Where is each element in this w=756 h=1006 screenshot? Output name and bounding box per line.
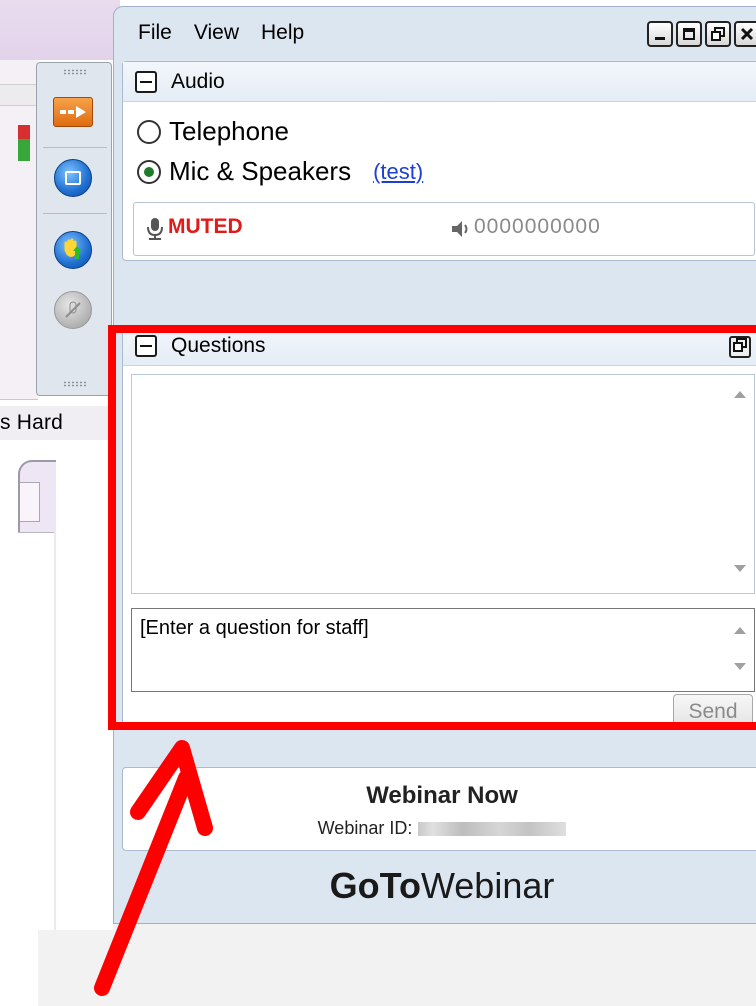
audio-status-bar: MUTED 0000000000 <box>133 202 755 256</box>
logo-webinar: Webinar <box>420 865 555 906</box>
collapse-audio-button[interactable] <box>135 71 157 93</box>
menu-view[interactable]: View <box>194 21 239 51</box>
close-icon <box>740 27 754 41</box>
background-window-top <box>0 0 120 60</box>
highlight-box <box>108 325 756 730</box>
screen-share-button[interactable] <box>54 159 92 197</box>
window-icon <box>65 171 81 185</box>
mic-speakers-label: Mic & Speakers <box>169 156 352 186</box>
menu-help[interactable]: Help <box>261 21 304 51</box>
audio-level-meter: 0000000000 <box>474 215 601 238</box>
mic-off-icon <box>65 301 81 318</box>
menu-bar: File View Help <box>138 21 326 51</box>
menu-file[interactable]: File <box>138 21 172 51</box>
toolbar-separator <box>43 147 107 148</box>
red-mark <box>18 125 30 139</box>
show-hide-panel-button[interactable] <box>53 97 93 127</box>
raise-hand-icon <box>64 238 81 259</box>
maximize-button[interactable] <box>676 21 702 47</box>
maximize-icon <box>683 28 695 40</box>
minimize-button[interactable] <box>647 21 673 47</box>
restore-button[interactable] <box>705 21 731 47</box>
restore-icon <box>711 27 725 41</box>
mic-speakers-option[interactable]: Mic & Speakers (test) <box>137 156 423 187</box>
toolbar-separator <box>43 213 107 214</box>
muted-status: MUTED <box>168 215 243 238</box>
background-strip <box>0 60 38 400</box>
webinar-id-label: Webinar ID: <box>317 818 413 838</box>
redacted-webinar-id <box>418 822 567 837</box>
toolbar-grip-top[interactable] <box>63 69 87 75</box>
logo-goto: GoTo <box>329 865 421 906</box>
background-tab[interactable] <box>20 482 40 522</box>
control-toolbar <box>36 62 112 396</box>
audio-title: Audio <box>171 70 225 93</box>
minimize-icon <box>655 37 665 40</box>
window-controls <box>647 21 756 47</box>
toolbar-grip-bottom[interactable] <box>63 381 87 387</box>
microphone-icon <box>147 218 163 240</box>
background-window <box>18 460 56 1006</box>
background-row <box>0 84 38 106</box>
close-button[interactable] <box>734 21 756 47</box>
arrow-right-icon <box>60 106 86 118</box>
audio-pane: Audio Telephone Mic & Speakers (test) MU… <box>122 61 756 261</box>
green-mark <box>18 139 30 161</box>
mic-speakers-radio[interactable] <box>137 159 161 184</box>
speaker-icon <box>452 221 468 237</box>
annotation-arrow <box>94 740 213 996</box>
telephone-radio[interactable] <box>137 119 161 144</box>
background-color-marks <box>18 125 30 165</box>
background-partial-text: s Hard <box>0 406 112 440</box>
audio-pane-header: Audio <box>123 62 756 102</box>
telephone-label: Telephone <box>169 116 289 146</box>
test-audio-link[interactable]: (test) <box>373 159 423 185</box>
raise-hand-button[interactable] <box>54 231 92 269</box>
telephone-option[interactable]: Telephone <box>137 116 289 147</box>
mute-toggle-button[interactable] <box>54 291 92 329</box>
